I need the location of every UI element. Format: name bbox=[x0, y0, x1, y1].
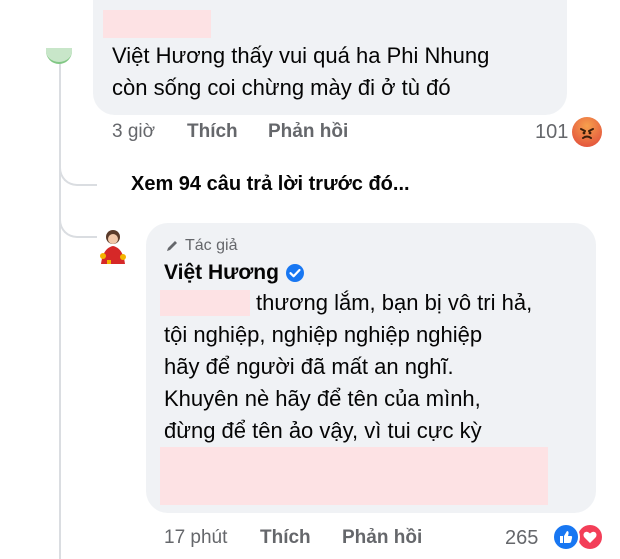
like-reaction-icon[interactable] bbox=[552, 523, 580, 551]
reply-like-button[interactable]: Thích bbox=[260, 527, 311, 549]
reaction-count[interactable]: 101 bbox=[535, 121, 568, 144]
comment-timestamp: 3 giờ bbox=[112, 121, 156, 142]
author-avatar[interactable] bbox=[95, 226, 131, 266]
verified-badge-icon bbox=[285, 264, 304, 282]
thread-connector-view-more bbox=[59, 148, 97, 186]
author-name[interactable]: Việt Hương bbox=[164, 261, 305, 285]
comment-text-line-2: còn sống coi chừng mày đi ở tù đó bbox=[112, 75, 451, 100]
author-name-label: Việt Hương bbox=[164, 261, 279, 284]
reply-text-line-5: đừng để tên ảo vậy, vì tui cực kỳ bbox=[164, 418, 482, 443]
reply-text-line-3: hãy để người đã mất an nghĩ. bbox=[164, 354, 454, 379]
reply-text-line-1: thương lắm, bạn bị vô tri hả, bbox=[256, 290, 533, 315]
reply-button[interactable]: Phản hồi bbox=[268, 121, 348, 143]
redacted-mention bbox=[160, 290, 250, 316]
thread-connector-reply bbox=[59, 196, 97, 238]
like-button[interactable]: Thích bbox=[187, 121, 238, 143]
pen-icon bbox=[167, 241, 177, 251]
angry-reaction-icon[interactable] bbox=[572, 117, 602, 147]
view-previous-replies-link[interactable]: Xem 94 câu trả lời trước đó... bbox=[131, 173, 410, 196]
love-reaction-icon[interactable] bbox=[576, 523, 604, 551]
author-badge-label: Tác giả bbox=[185, 237, 238, 254]
reply-reply-button[interactable]: Phản hồi bbox=[342, 527, 422, 549]
comment-text-line-1: Việt Hương thấy vui quá ha Phi Nhung bbox=[112, 43, 490, 68]
avatar-stub bbox=[46, 48, 72, 64]
thread-line-main bbox=[59, 60, 61, 559]
reply-reaction-count[interactable]: 265 bbox=[505, 527, 538, 550]
author-badge: Tác giả bbox=[165, 237, 237, 255]
reply-text-line-2: tội nghiệp, nghiệp nghiệp nghiệp bbox=[164, 322, 483, 347]
redacted-commenter-name bbox=[103, 10, 211, 38]
redacted-text bbox=[160, 447, 548, 505]
reply-timestamp: 17 phút bbox=[164, 527, 228, 548]
reply-text-line-4: Khuyên nè hãy để tên của mình, bbox=[164, 386, 481, 411]
